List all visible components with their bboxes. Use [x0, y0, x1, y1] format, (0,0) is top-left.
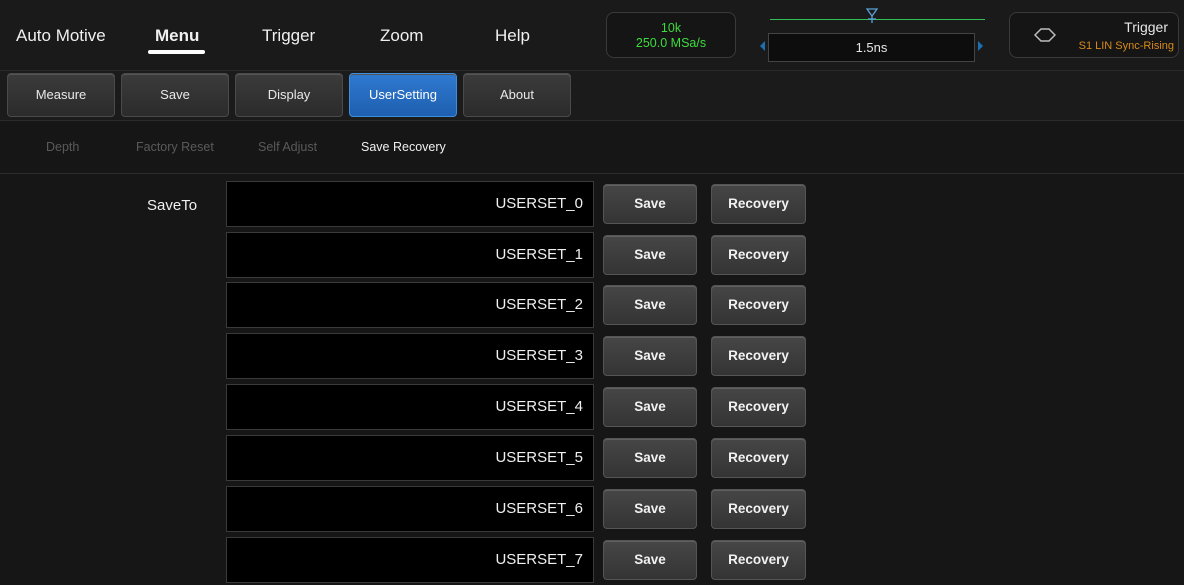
- userset-slot-name: USERSET_2: [495, 296, 583, 313]
- userset-row: USERSET_7 Save Recovery: [226, 537, 816, 583]
- save-button[interactable]: Save: [603, 184, 697, 224]
- save-button[interactable]: Save: [603, 235, 697, 275]
- recovery-button[interactable]: Recovery: [711, 438, 806, 478]
- save-button[interactable]: Save: [603, 336, 697, 376]
- save-button[interactable]: Save: [603, 387, 697, 427]
- userset-slot-name: USERSET_3: [495, 347, 583, 364]
- recovery-button[interactable]: Recovery: [711, 540, 806, 580]
- nav-trigger[interactable]: Trigger: [262, 24, 315, 48]
- top-bar: Auto Motive Menu Trigger Zoom Help 10k 2…: [0, 0, 1184, 71]
- userset-slot-name: USERSET_4: [495, 398, 583, 415]
- subtab-factory-reset[interactable]: Factory Reset: [136, 140, 214, 154]
- tab-about[interactable]: About: [463, 73, 571, 117]
- userset-row: USERSET_5 Save Recovery: [226, 435, 816, 481]
- recovery-button[interactable]: Recovery: [711, 184, 806, 224]
- save-button[interactable]: Save: [603, 489, 697, 529]
- save-button[interactable]: Save: [603, 285, 697, 325]
- userset-slot-name: USERSET_7: [495, 551, 583, 568]
- timebase-control[interactable]: 1.5ns: [760, 8, 985, 66]
- userset-row: USERSET_3 Save Recovery: [226, 333, 816, 379]
- save-button[interactable]: Save: [603, 438, 697, 478]
- tab-save[interactable]: Save: [121, 73, 229, 117]
- timebase-right-arrow-icon[interactable]: [978, 41, 983, 51]
- userset-row: USERSET_2 Save Recovery: [226, 282, 816, 328]
- userset-slot-name: USERSET_6: [495, 500, 583, 517]
- tab-usersetting[interactable]: UserSetting: [349, 73, 457, 117]
- userset-slot-field[interactable]: USERSET_5: [226, 435, 594, 481]
- timebase-value[interactable]: 1.5ns: [768, 33, 975, 62]
- userset-slot-field[interactable]: USERSET_1: [226, 232, 594, 278]
- userset-slot-field[interactable]: USERSET_3: [226, 333, 594, 379]
- tab-measure[interactable]: Measure: [7, 73, 115, 117]
- tab-display[interactable]: Display: [235, 73, 343, 117]
- trigger-title: Trigger: [1124, 19, 1168, 35]
- trigger-edge-icon: [1034, 28, 1056, 42]
- nav-auto-motive[interactable]: Auto Motive: [16, 24, 106, 48]
- subtab-save-recovery[interactable]: Save Recovery: [361, 140, 446, 154]
- userset-row: USERSET_4 Save Recovery: [226, 384, 816, 430]
- memory-depth: 10k: [660, 21, 682, 35]
- nav-help[interactable]: Help: [495, 24, 530, 48]
- recovery-button[interactable]: Recovery: [711, 336, 806, 376]
- trigger-source: S1 LIN Sync-Rising: [1078, 40, 1174, 52]
- acquisition-info[interactable]: 10k 250.0 MSa/s: [606, 12, 736, 58]
- menu-tab-bar: Measure Save Display UserSetting About: [0, 71, 1184, 121]
- sub-tab-bar: Depth Factory Reset Self Adjust Save Rec…: [0, 121, 1184, 174]
- nav-menu[interactable]: Menu: [155, 24, 199, 48]
- userset-slot-field[interactable]: USERSET_7: [226, 537, 594, 583]
- userset-slot-name: USERSET_0: [495, 195, 583, 212]
- recovery-button[interactable]: Recovery: [711, 489, 806, 529]
- userset-slot-name: USERSET_1: [495, 246, 583, 263]
- recovery-button[interactable]: Recovery: [711, 387, 806, 427]
- saveto-label: SaveTo: [147, 197, 198, 214]
- userset-row: USERSET_6 Save Recovery: [226, 486, 816, 532]
- subtab-depth[interactable]: Depth: [46, 140, 79, 154]
- nav-active-indicator: [148, 50, 205, 54]
- subtab-self-adjust[interactable]: Self Adjust: [258, 140, 317, 154]
- timebase-left-arrow-icon[interactable]: [760, 41, 765, 51]
- userset-row: USERSET_1 Save Recovery: [226, 232, 816, 278]
- save-button[interactable]: Save: [603, 540, 697, 580]
- userset-slot-name: USERSET_5: [495, 449, 583, 466]
- userset-row: USERSET_0 Save Recovery: [226, 181, 816, 227]
- trigger-position-icon: [865, 8, 879, 24]
- recovery-button[interactable]: Recovery: [711, 285, 806, 325]
- userset-slot-field[interactable]: USERSET_2: [226, 282, 594, 328]
- userset-slot-field[interactable]: USERSET_0: [226, 181, 594, 227]
- nav-zoom[interactable]: Zoom: [380, 24, 423, 48]
- trigger-info[interactable]: Trigger S1 LIN Sync-Rising: [1009, 12, 1179, 58]
- recovery-button[interactable]: Recovery: [711, 235, 806, 275]
- sample-rate: 250.0 MSa/s: [635, 36, 707, 50]
- userset-slot-field[interactable]: USERSET_4: [226, 384, 594, 430]
- userset-slot-field[interactable]: USERSET_6: [226, 486, 594, 532]
